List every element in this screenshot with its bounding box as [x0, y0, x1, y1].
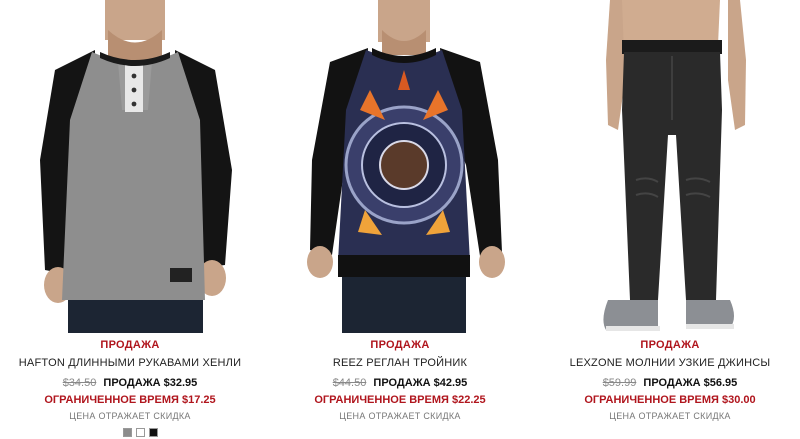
price-row: $34.50 ПРОДАЖА $32.95 [0, 377, 260, 389]
sale-tag: ПРОДАЖА [100, 339, 160, 351]
product-title[interactable]: REEZ РЕГЛАН ТРОЙНИК [270, 357, 530, 369]
sale-price: ПРОДАЖА $32.95 [103, 377, 198, 389]
henley-illustration [40, 0, 232, 333]
product-title[interactable]: LEXZONE МОЛНИИ УЗКИЕ ДЖИНСЫ [540, 357, 800, 369]
old-price: $59.99 [602, 377, 637, 389]
price-note: ЦЕНА ОТРАЖАЕТ СКИДКА [339, 411, 461, 421]
price-note: ЦЕНА ОТРАЖАЕТ СКИДКА [609, 411, 731, 421]
product-card-raglan[interactable]: ПРОДАЖА REEZ РЕГЛАН ТРОЙНИК $44.50 ПРОДА… [270, 0, 530, 439]
price-row: $59.99 ПРОДАЖА $56.95 [540, 377, 800, 389]
swatch-white[interactable] [136, 428, 145, 437]
product-image-jeans[interactable] [540, 0, 800, 333]
limited-time-price: ОГРАНИЧЕННОЕ ВРЕМЯ $30.00 [584, 394, 756, 406]
price-note: ЦЕНА ОТРАЖАЕТ СКИДКА [69, 411, 191, 421]
product-grid: ПРОДАЖА HAFTON ДЛИННЫМИ РУКАВАМИ ХЕНЛИ $… [0, 0, 800, 439]
swatch-black[interactable] [149, 428, 158, 437]
old-price: $34.50 [62, 377, 97, 389]
limited-time-price: ОГРАНИЧЕННОЕ ВРЕМЯ $17.25 [44, 394, 216, 406]
sale-tag: ПРОДАЖА [640, 339, 700, 351]
product-card-henley[interactable]: ПРОДАЖА HAFTON ДЛИННЫМИ РУКАВАМИ ХЕНЛИ $… [0, 0, 260, 439]
swatch-grey[interactable] [123, 428, 132, 437]
product-image-henley[interactable] [0, 0, 260, 333]
jeans-illustration [603, 0, 746, 331]
sale-tag: ПРОДАЖА [370, 339, 430, 351]
raglan-illustration [307, 0, 505, 333]
color-swatches [123, 428, 158, 437]
product-card-jeans[interactable]: ПРОДАЖА LEXZONE МОЛНИИ УЗКИЕ ДЖИНСЫ $59.… [540, 0, 800, 439]
sale-price: ПРОДАЖА $56.95 [643, 377, 738, 389]
product-image-raglan[interactable] [270, 0, 530, 333]
old-price: $44.50 [332, 377, 367, 389]
limited-time-price: ОГРАНИЧЕННОЕ ВРЕМЯ $22.25 [314, 394, 486, 406]
sale-price: ПРОДАЖА $42.95 [373, 377, 468, 389]
price-row: $44.50 ПРОДАЖА $42.95 [270, 377, 530, 389]
product-title[interactable]: HAFTON ДЛИННЫМИ РУКАВАМИ ХЕНЛИ [0, 357, 260, 369]
